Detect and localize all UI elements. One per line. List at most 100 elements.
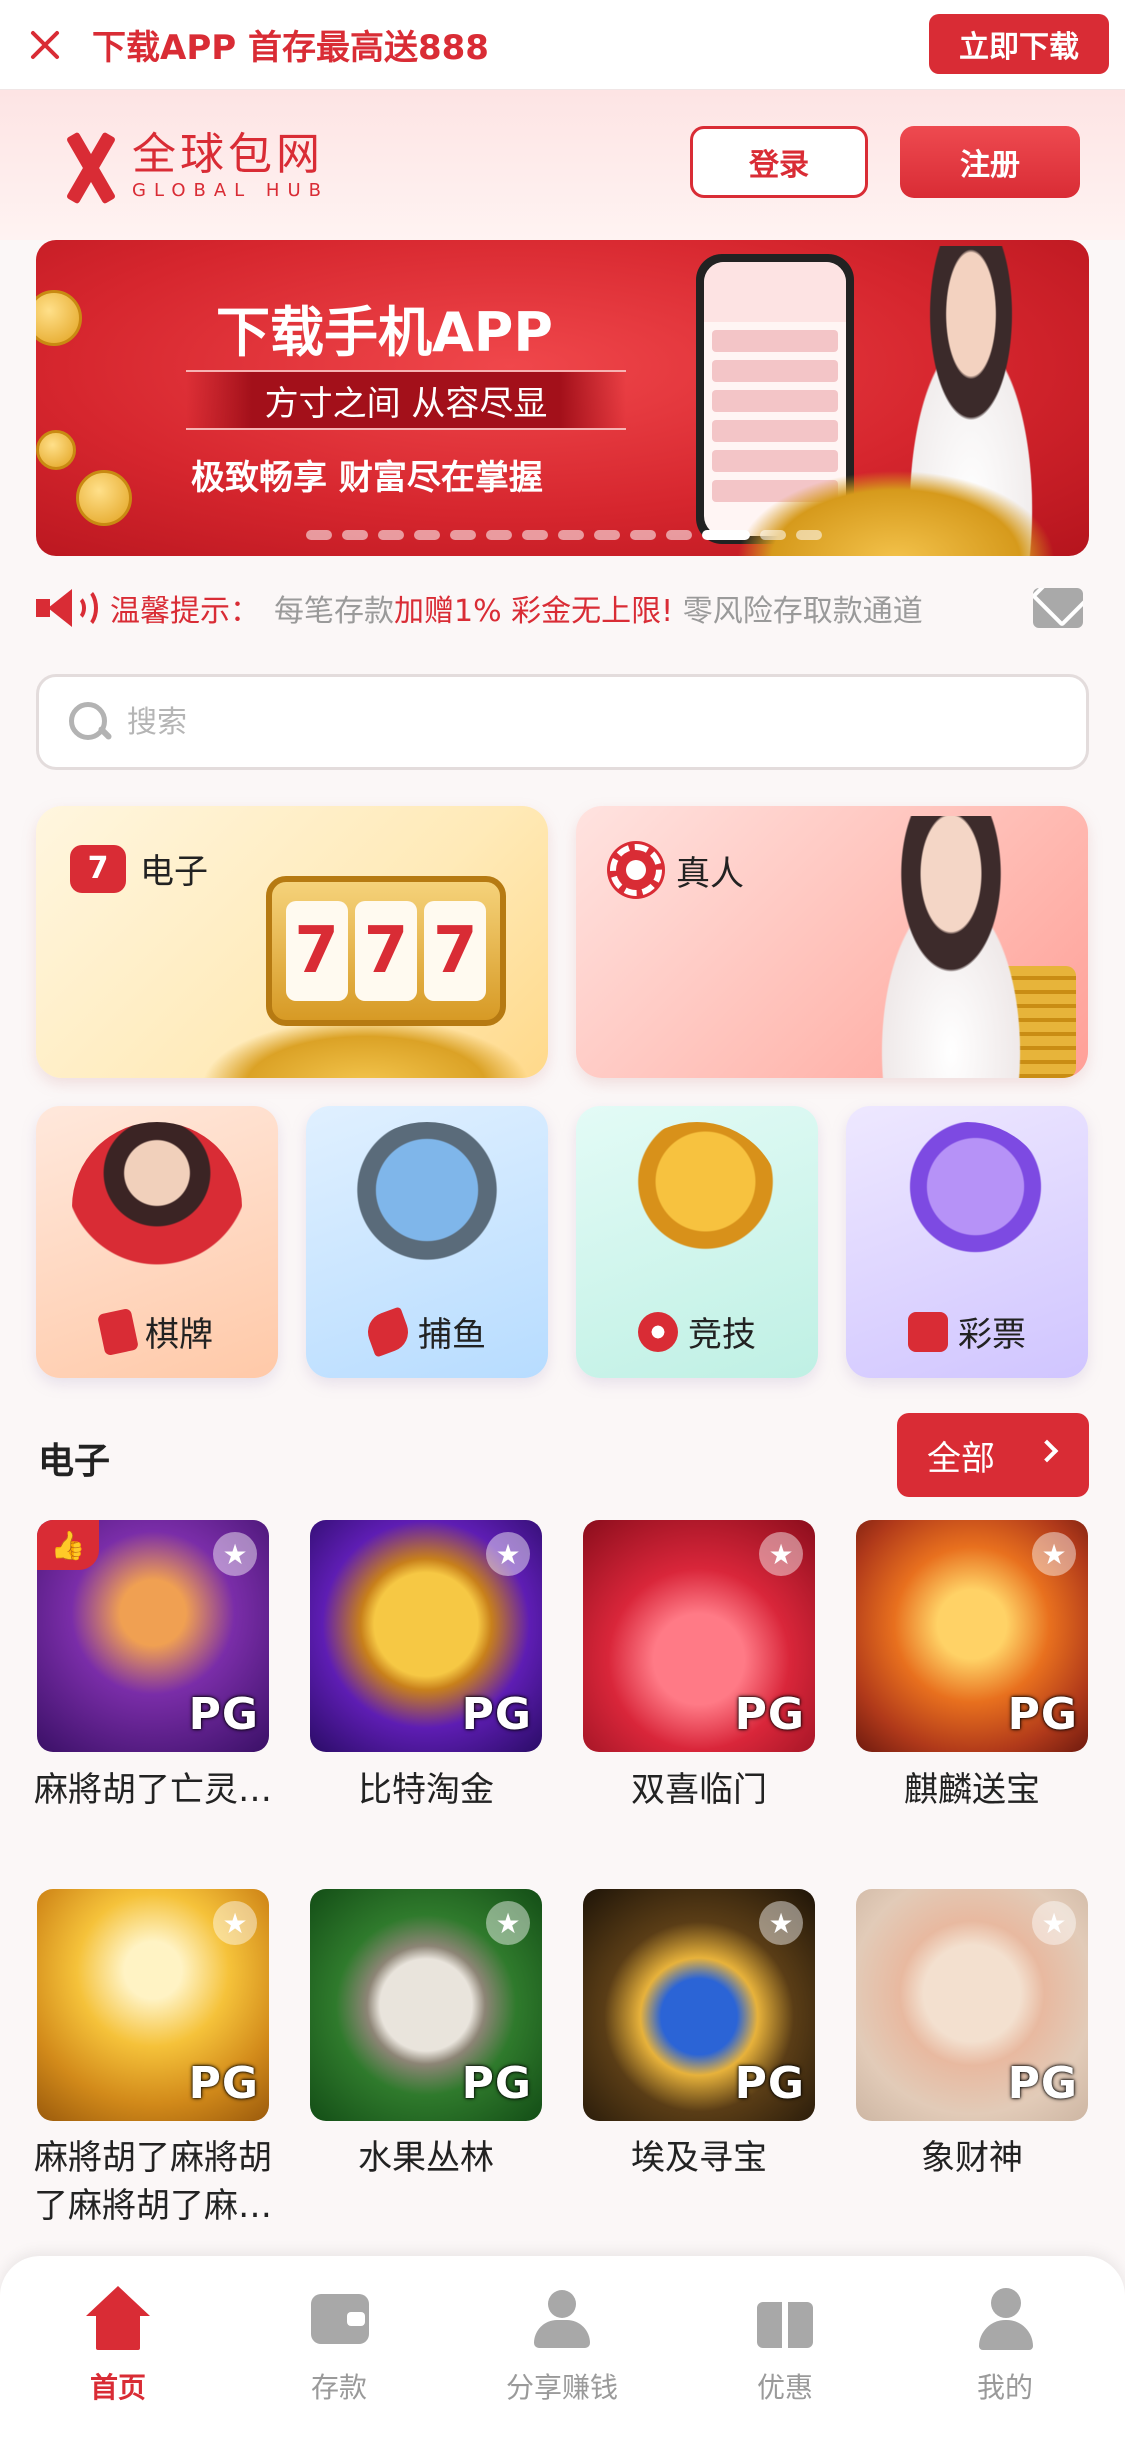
login-button[interactable]: 登录 [690,126,868,198]
provider-label: PG [1007,2058,1078,2109]
section-title-electronic: 电子 [38,1441,111,1482]
category-card-live[interactable]: 真人 [576,806,1088,1078]
carousel-dot[interactable] [760,530,786,540]
fish-icon [362,1305,414,1358]
game-name[interactable]: 水果丛林 [295,2134,557,2182]
promo-banner[interactable]: 下载手机APP 方寸之间 从容尽显 极致畅享 财富尽在掌握 [36,240,1089,556]
notice-label: 温馨提示： [110,594,260,629]
category-card-sports[interactable]: 竞技 [576,1106,818,1378]
category-label: 彩票 [958,1315,1026,1355]
coin-icon [76,470,132,526]
slot-7-icon: 7 [70,844,126,893]
chess-cards-image [72,1122,242,1292]
search-icon [67,700,111,744]
game-tile[interactable]: ★ PG [310,1889,542,2121]
provider-label: PG [188,1689,259,1740]
game-name[interactable]: 埃及寻宝 [568,2134,830,2182]
provider-label: PG [734,1689,805,1740]
wallet-icon [303,2286,375,2352]
carousel-dot[interactable] [558,530,584,540]
favorite-star-icon[interactable]: ★ [759,1901,803,1945]
provider-label: PG [1007,1689,1078,1740]
lottery-balls-image [882,1122,1052,1292]
register-button[interactable]: 注册 [900,126,1080,198]
game-tile[interactable]: ★ PG [583,1520,815,1752]
game-tile[interactable]: ★ PG [856,1889,1088,2121]
view-all-button[interactable]: 全部 [897,1413,1089,1497]
coin-icon [36,290,82,346]
favorite-star-icon[interactable]: ★ [1032,1901,1076,1945]
carousel-dot[interactable] [666,530,692,540]
favorite-star-icon[interactable]: ★ [759,1532,803,1576]
favorite-star-icon[interactable]: ★ [486,1901,530,1945]
speaker-icon [36,585,98,631]
game-name[interactable]: 麻將胡了亡灵… [22,1766,284,1814]
game-tile[interactable]: ★ PG [856,1520,1088,1752]
nav-home[interactable]: 首页 [28,2286,208,2406]
logo-name-cn: 全球包网 [132,128,324,180]
nav-share-earn[interactable]: 分享赚钱 [472,2286,652,2406]
chevron-right-icon [1035,1439,1059,1463]
category-card-lottery[interactable]: 彩票 [846,1106,1088,1378]
lottery-icon [908,1311,948,1352]
download-now-button[interactable]: 立即下载 [929,14,1109,74]
game-name[interactable]: 象财神 [841,2134,1103,2182]
game-name[interactable]: 麒麟送宝 [841,1766,1103,1814]
download-promo-text: 下载APP 首存最高送888 [92,28,489,68]
carousel-dots[interactable] [306,530,822,540]
hot-badge-icon: 👍 [37,1520,99,1570]
game-name[interactable]: 双喜临门 [568,1766,830,1814]
provider-label: PG [188,2058,259,2109]
favorite-star-icon[interactable]: ★ [213,1532,257,1576]
dealer-image [846,816,1056,1078]
search-box[interactable] [36,674,1089,770]
carousel-dot[interactable] [342,530,368,540]
carousel-dot[interactable] [450,530,476,540]
nav-deposit[interactable]: 存款 [249,2286,429,2406]
notice-message: 每笔存款加赠1% 彩金无上限! 零风险存取款通道 [274,594,923,629]
game-name[interactable]: 麻將胡了麻將胡了麻將胡了麻… [22,2134,284,2230]
close-icon[interactable] [22,22,68,68]
user-icon [969,2286,1041,2352]
carousel-dot[interactable] [594,530,620,540]
favorite-star-icon[interactable]: ★ [486,1532,530,1576]
category-label: 捕鱼 [418,1315,486,1355]
soccer-ball-icon [638,1311,678,1352]
game-name[interactable]: 比特淘金 [295,1766,557,1814]
carousel-dot[interactable] [306,530,332,540]
nav-profile[interactable]: 我的 [915,2286,1095,2406]
logo[interactable]: 全球包网 GLOBAL HUB [56,130,329,202]
carousel-dot[interactable] [796,530,822,540]
trophy-image [612,1122,782,1292]
provider-label: PG [461,2058,532,2109]
cards-icon [97,1307,139,1356]
coin-icon [36,430,76,470]
bottom-navigation: 首页 存款 分享赚钱 优惠 我的 [0,2256,1125,2442]
provider-label: PG [734,2058,805,2109]
favorite-star-icon[interactable]: ★ [213,1901,257,1945]
game-tile[interactable]: 👍 ★ PG [37,1520,269,1752]
banner-ribbon: 方寸之间 从容尽显 [186,370,626,430]
favorite-star-icon[interactable]: ★ [1032,1532,1076,1576]
game-tile[interactable]: ★ PG [37,1889,269,2121]
category-card-chess-cards[interactable]: 棋牌 [36,1106,278,1378]
carousel-dot[interactable] [414,530,440,540]
app-page: 下载APP 首存最高送888 立即下载 全球包网 GLOBAL HUB 登录 注… [0,0,1125,2442]
carousel-dot[interactable] [702,530,750,540]
carousel-dot[interactable] [522,530,548,540]
search-input[interactable] [127,704,1027,740]
nav-promotions[interactable]: 优惠 [695,2286,875,2406]
banner-title: 下载手机APP [216,301,553,364]
banner-subtitle: 极致畅享 财富尽在掌握 [191,458,543,498]
mail-icon[interactable] [1033,588,1083,628]
category-label: 真人 [676,853,744,894]
carousel-dot[interactable] [630,530,656,540]
category-card-electronic[interactable]: 777 7 电子 [36,806,548,1078]
game-tile[interactable]: ★ PG [583,1889,815,2121]
download-app-bar: 下载APP 首存最高送888 立即下载 [0,0,1125,90]
category-card-fishing[interactable]: 捕鱼 [306,1106,548,1378]
gift-icon [749,2286,821,2352]
carousel-dot[interactable] [486,530,512,540]
carousel-dot[interactable] [378,530,404,540]
game-tile[interactable]: ★ PG [310,1520,542,1752]
